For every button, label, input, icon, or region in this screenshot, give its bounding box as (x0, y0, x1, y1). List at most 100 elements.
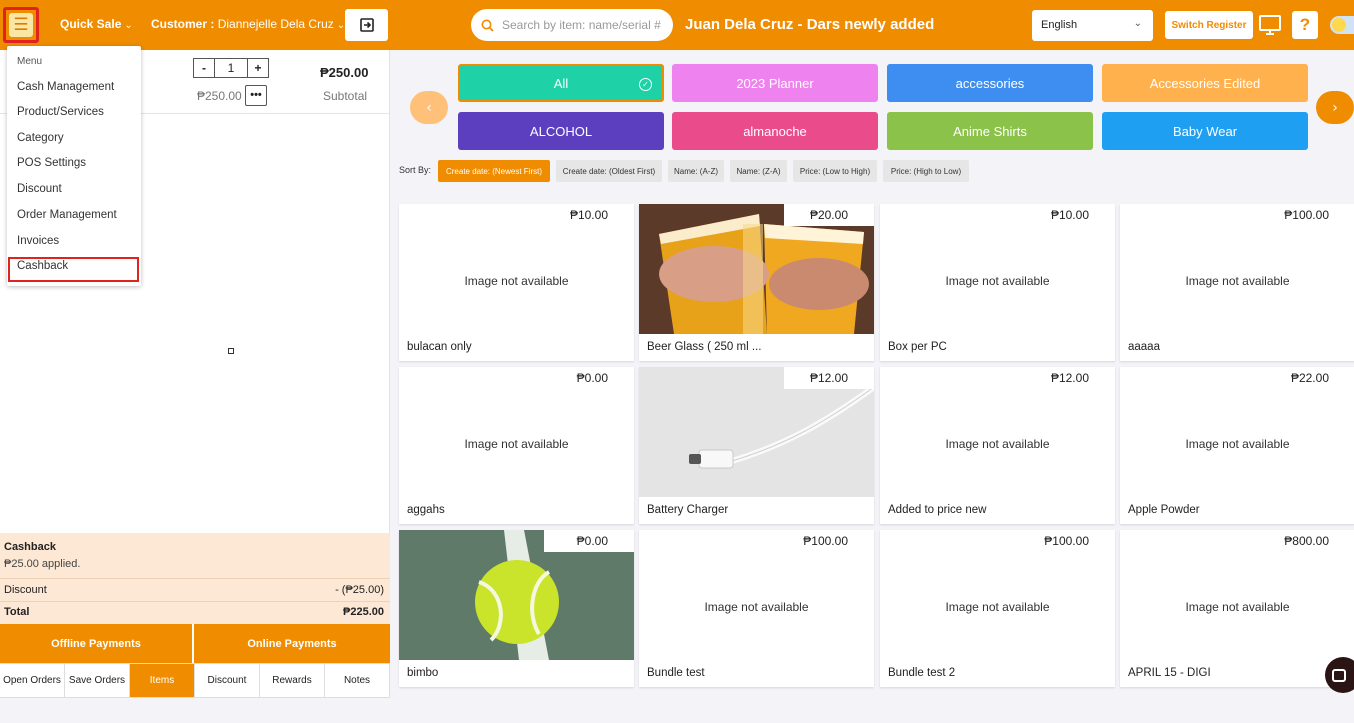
product-card[interactable]: Image not available ₱10.00 bulacan only (399, 204, 634, 361)
category-next-button[interactable]: › (1316, 91, 1354, 124)
qty-plus-button[interactable]: + (247, 58, 269, 78)
exit-button[interactable] (345, 9, 388, 41)
quick-sale-label: Quick Sale (60, 17, 122, 31)
sort-option-2[interactable]: Create date: (Oldest First) (556, 160, 662, 182)
help-button[interactable]: ? (1292, 11, 1318, 39)
total-value: ₱225.00 (343, 606, 384, 618)
discount-value: - (₱25.00) (335, 584, 384, 596)
exit-icon (359, 18, 374, 32)
chevron-right-icon: › (1332, 99, 1338, 116)
sort-label: Sort By: (399, 165, 432, 175)
product-card[interactable]: ₱0.00 bimbo (399, 530, 634, 687)
image-not-available-text: Image not available (704, 600, 809, 614)
product-card[interactable]: Image not available ₱100.00 Bundle test (639, 530, 874, 687)
sort-option-1[interactable]: Create date: (Newest First) (438, 160, 550, 182)
product-card[interactable]: Image not available ₱12.00 Added to price … (880, 367, 1115, 524)
qty-value[interactable]: 1 (215, 58, 247, 78)
search-icon (481, 19, 494, 32)
hamburger-menu-button[interactable]: ☰ (3, 7, 39, 43)
qty-minus-button[interactable]: - (193, 58, 215, 78)
sort-option-3[interactable]: Name: (A-Z) (668, 160, 724, 182)
menu-item-cash-management[interactable]: Cash Management (17, 81, 114, 93)
hamburger-icon: ☰ (13, 14, 29, 35)
resize-handle (228, 348, 234, 354)
tab-open-orders[interactable]: Open Orders (0, 664, 65, 697)
highlight-box (8, 257, 139, 282)
product-name: Added to price new (888, 504, 987, 516)
sort-option-5[interactable]: Price: (Low to High) (793, 160, 877, 182)
search-input[interactable] (502, 18, 662, 32)
category-accessories[interactable]: accessories (887, 64, 1093, 102)
product-card[interactable]: Image not available ₱100.00 aaaaa (1120, 204, 1354, 361)
toggle-knob (1330, 16, 1354, 34)
category-accessories-edited[interactable]: Accessories Edited (1102, 64, 1308, 102)
image-not-available-text: Image not available (464, 437, 569, 451)
menu-item-order-management[interactable]: Order Management (17, 209, 117, 221)
divider (0, 601, 390, 602)
product-name: Beer Glass ( 250 ml ... (647, 341, 762, 353)
online-payments-button[interactable]: Online Payments (194, 624, 390, 663)
offline-payments-button[interactable]: Offline Payments (0, 624, 192, 663)
sort-option-4[interactable]: Name: (Z-A) (730, 160, 787, 182)
product-card[interactable]: Image not available ₱100.00 Bundle test 2 (880, 530, 1115, 687)
category-label: 2023 Planner (736, 75, 814, 91)
chat-icon (1332, 668, 1346, 682)
switch-register-button[interactable]: Switch Register (1165, 11, 1253, 39)
product-card[interactable]: Image not available ₱10.00 Box per PC (880, 204, 1115, 361)
product-card[interactable]: Image not available ₱22.00 Apple Powder (1120, 367, 1354, 524)
product-name: Apple Powder (1128, 504, 1200, 516)
discount-label: Discount (4, 584, 47, 596)
product-price: ₱100.00 (1265, 204, 1354, 226)
monitor-icon[interactable] (1258, 14, 1282, 36)
product-name: aggahs (407, 504, 445, 516)
shop-title: Juan Dela Cruz - Dars newly added (685, 16, 935, 33)
image-not-available-text: Image not available (1185, 437, 1290, 451)
tab-items[interactable]: Items (130, 664, 195, 697)
image-not-available-text: Image not available (1185, 600, 1290, 614)
language-select[interactable]: English ⌄ (1032, 10, 1153, 41)
product-price: ₱100.00 (784, 530, 874, 552)
image-not-available-text: Image not available (945, 437, 1050, 451)
tab-save-orders[interactable]: Save Orders (65, 664, 130, 697)
menu-item-invoices[interactable]: Invoices (17, 235, 59, 247)
tab-notes[interactable]: Notes (325, 664, 390, 697)
category-2023-planner[interactable]: 2023 Planner (672, 64, 878, 102)
product-price: ₱100.00 (1025, 530, 1115, 552)
menu-item-category[interactable]: Category (17, 132, 64, 144)
product-card[interactable]: ₱20.00 Beer Glass ( 250 ml ... (639, 204, 874, 361)
category-label: accessories (955, 75, 1025, 91)
more-options-button[interactable]: ••• (245, 85, 267, 106)
sort-option-6[interactable]: Price: (High to Low) (883, 160, 969, 182)
product-card[interactable]: Image not available ₱0.00 aggahs (399, 367, 634, 524)
product-card[interactable]: Image not available ₱800.00 APRIL 15 - DIG… (1120, 530, 1354, 687)
product-price: ₱22.00 (1265, 367, 1354, 389)
chat-button[interactable] (1325, 657, 1354, 693)
category-label: Accessories Edited (1149, 75, 1261, 91)
product-name: aaaaa (1128, 341, 1160, 353)
customer-label: Customer : (151, 17, 215, 31)
category-baby-wear[interactable]: Baby Wear (1102, 112, 1308, 150)
category-all[interactable]: All ✓ (458, 64, 664, 102)
product-card[interactable]: ₱12.00 Battery Charger (639, 367, 874, 524)
category-almanoche[interactable]: almanoche (672, 112, 878, 150)
total-label: Total (4, 606, 30, 618)
unit-price: ₱250.00 (197, 89, 242, 103)
tab-discount[interactable]: Discount (195, 664, 260, 697)
customer-dropdown[interactable]: Customer : Diannejelle Dela Cruz ⌄ (151, 17, 345, 31)
category-anime-shirts[interactable]: Anime Shirts (887, 112, 1093, 150)
category-label: All (553, 75, 569, 91)
search-box[interactable] (471, 9, 673, 41)
menu-item-pos-settings[interactable]: POS Settings (17, 157, 86, 169)
category-prev-button[interactable]: ‹ (410, 91, 448, 124)
product-price: ₱12.00 (784, 367, 874, 389)
category-alcohol[interactable]: ALCOHOL (458, 112, 664, 150)
image-not-available-text: Image not available (464, 274, 569, 288)
chevron-down-icon: ⌄ (336, 20, 346, 31)
menu-item-product-services[interactable]: Product/Services (17, 106, 104, 118)
quick-sale-dropdown[interactable]: Quick Sale ⌄ (60, 17, 133, 31)
check-circle-icon: ✓ (639, 78, 652, 91)
menu-item-discount[interactable]: Discount (17, 183, 62, 195)
chevron-left-icon: ‹ (426, 99, 432, 116)
theme-toggle[interactable] (1330, 16, 1354, 34)
tab-rewards[interactable]: Rewards (260, 664, 325, 697)
